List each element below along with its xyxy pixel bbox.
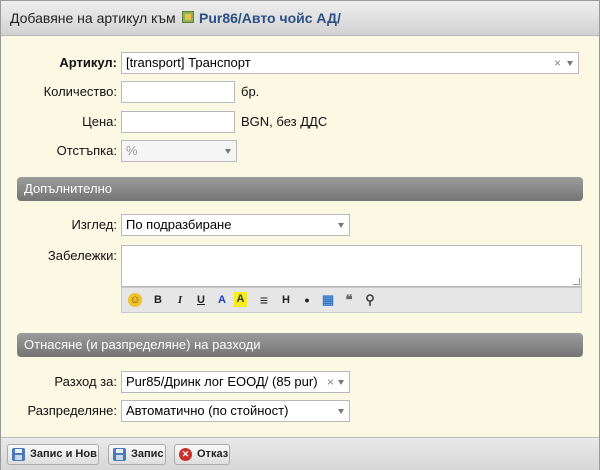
heading-icon[interactable]: H [277,291,295,309]
emoji-icon[interactable]: ☺ [128,293,142,307]
expense-row: Разход за: [1,371,117,395]
section-costs-header[interactable]: Отнасяне (и разпределяне) на разходи [17,333,583,357]
view-select[interactable]: По подразбиране [121,214,350,236]
save-label: Запис [131,448,164,460]
discount-value: % [126,143,138,158]
price-input[interactable] [121,111,235,133]
discount-select[interactable]: % [121,140,237,162]
text-color-icon[interactable]: A [213,291,231,309]
article-select[interactable]: [transport] Транспорт × [121,52,579,74]
attachment-icon[interactable]: ⚲ [361,291,379,309]
price-unit: BGN, без ДДС [241,114,328,129]
align-icon[interactable]: ≡ [255,291,273,309]
article-clear-icon[interactable]: × [554,53,561,73]
expense-value: Pur85/Дринк лог ЕООД/ (85 pur) [126,374,318,389]
purchase-link[interactable]: Pur86/Авто чойс АД/ [199,10,341,26]
notes-row: Забележки: [1,245,117,269]
cancel-label: Отказ [197,448,229,460]
article-label: Артикул: [59,55,117,70]
section-additional-title: Допълнително [24,181,112,196]
article-value: [transport] Транспорт [126,55,251,70]
highlight-icon[interactable]: A [234,292,247,307]
view-value: По подразбиране [126,217,232,232]
close-icon: ✕ [179,448,192,461]
save-and-new-button[interactable]: Запис и Нов [7,444,99,465]
section-costs-title: Отнасяне (и разпределяне) на разходи [24,337,261,352]
chevron-down-icon [338,223,344,228]
view-row: Изглед: [1,214,118,238]
bullet-icon[interactable]: • [298,291,316,309]
quantity-label: Количество: [43,84,117,99]
discount-row: Отстъпка: [1,140,117,164]
expense-select[interactable]: Pur85/Дринк лог ЕООД/ (85 pur) × [121,371,350,393]
editor-toolbar: ☺ B I U A A ≡ H • ▦ ❝ ⚲ [121,287,582,313]
chevron-down-icon [567,61,573,66]
dialog-title: Добавяне на артикул към [10,10,176,26]
chevron-down-icon [338,380,344,385]
quantity-row: Количество: [1,81,117,105]
view-label: Изглед: [71,217,118,232]
quantity-unit: бр. [241,84,260,99]
allocation-row: Разпределяне: [1,400,117,424]
table-icon[interactable]: ▦ [319,291,337,309]
save-button[interactable]: Запис [108,444,166,465]
chevron-down-icon [338,409,344,414]
price-row: Цена: [1,111,117,135]
price-label: Цена: [82,114,117,129]
notes-label: Забележки: [47,248,117,263]
dialog-titlebar: Добавяне на артикул към Pur86/Авто чойс … [1,1,599,36]
italic-icon[interactable]: I [171,291,189,309]
notes-textarea[interactable] [121,245,582,287]
resize-handle-icon[interactable] [573,278,580,285]
add-article-dialog: Добавяне на артикул към Pur86/Авто чойс … [0,0,600,470]
floppy-disk-icon [113,448,126,461]
expense-label: Разход за: [54,374,117,389]
bold-icon[interactable]: B [149,291,167,309]
package-icon [182,11,194,23]
save-and-new-label: Запис и Нов [30,448,97,460]
dialog-footer: Запис и Нов Запис ✕ Отказ [1,437,599,470]
allocation-value: Автоматично (по стойност) [126,403,289,418]
article-row: Артикул: [1,52,117,76]
chevron-down-icon [225,149,231,154]
discount-label: Отстъпка: [56,143,117,158]
section-additional-header[interactable]: Допълнително [17,177,583,201]
quantity-input[interactable] [121,81,235,103]
expense-clear-icon[interactable]: × [327,372,334,392]
underline-icon[interactable]: U [192,291,210,309]
allocation-select[interactable]: Автоматично (по стойност) [121,400,350,422]
cancel-button[interactable]: ✕ Отказ [174,444,230,465]
quote-icon[interactable]: ❝ [340,291,358,309]
floppy-disk-icon [12,448,25,461]
allocation-label: Разпределяне: [27,403,117,418]
